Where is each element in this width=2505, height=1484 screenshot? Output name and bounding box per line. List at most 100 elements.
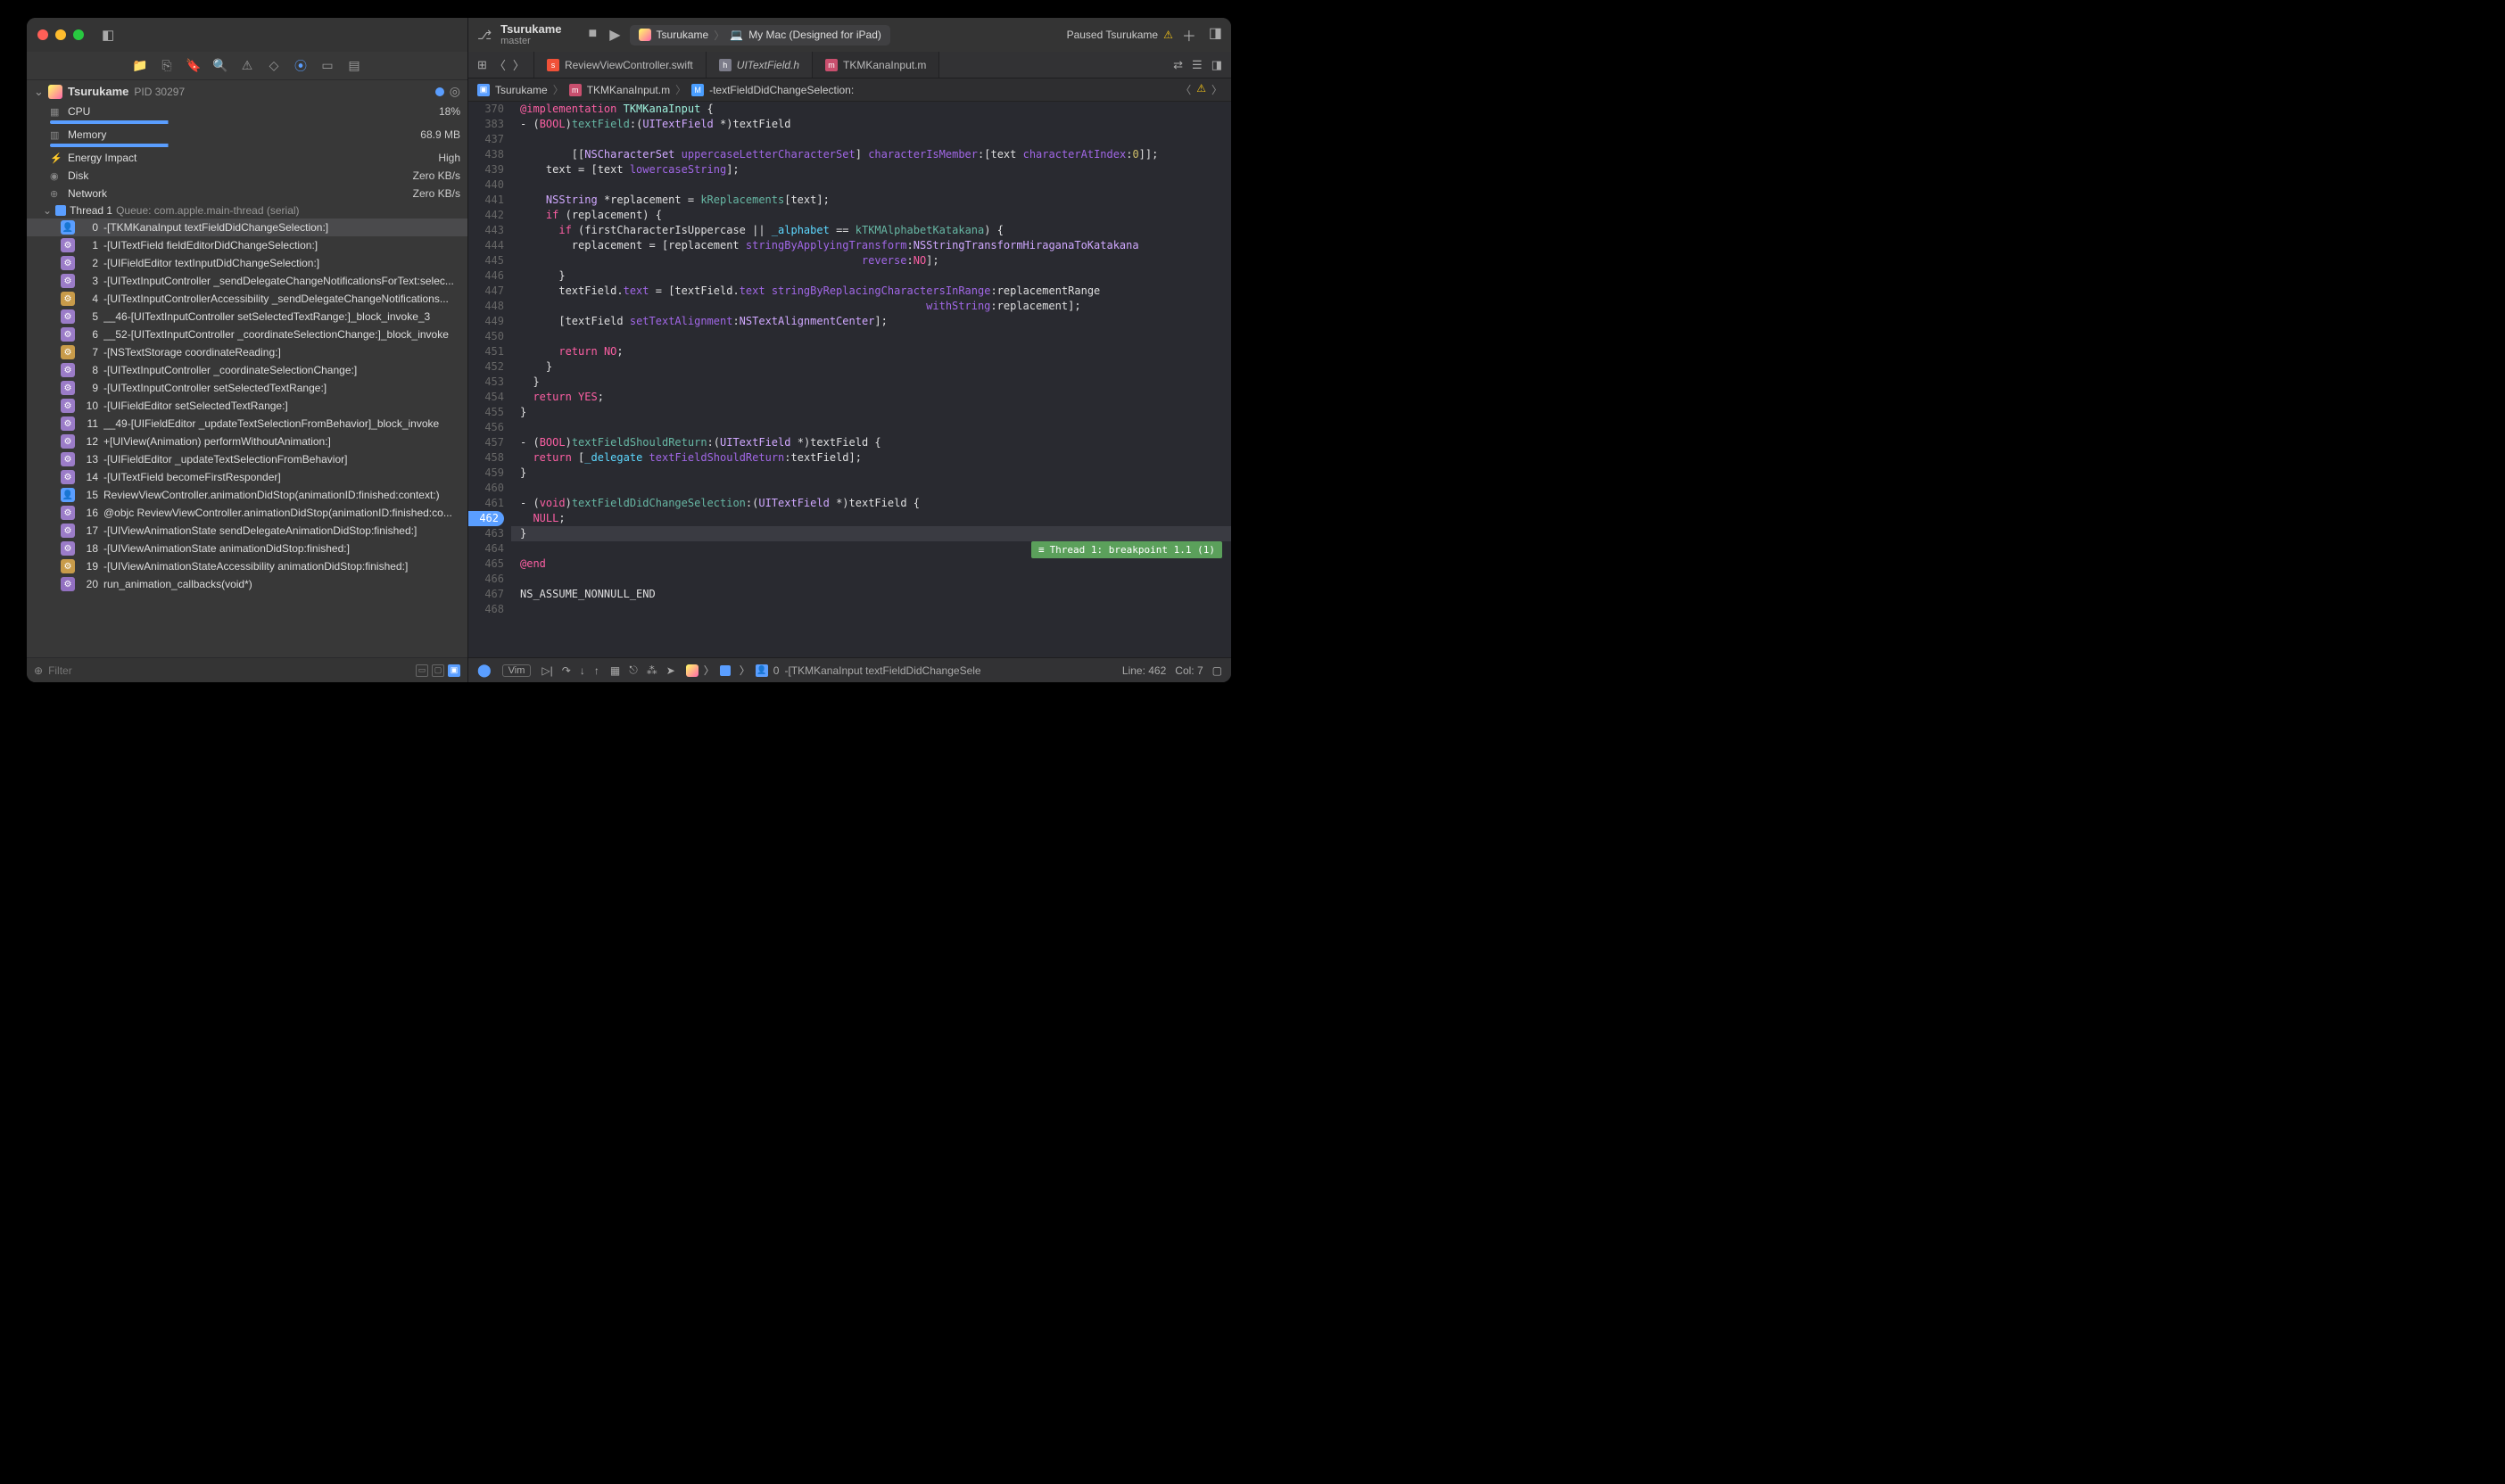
network-row[interactable]: ⊕NetworkZero KB/s [27,185,467,202]
frame-icon: 👤 [61,488,75,502]
stack-frame[interactable]: ⚙20run_animation_callbacks(void*) [27,575,467,593]
stack-frame[interactable]: 👤0-[TKMKanaInput textFieldDidChangeSelec… [27,218,467,236]
thread-row[interactable]: ⌄ Thread 1 Queue: com.apple.main-thread … [27,202,467,218]
location-icon[interactable]: ➤ [666,664,675,677]
jump-bar[interactable]: ▣ Tsurukame 〉 m TKMKanaInput.m 〉 M -text… [468,78,1231,102]
adjust-icon[interactable]: ☰ [1192,58,1203,72]
stack-frame[interactable]: ⚙1-[UITextField fieldEditorDidChangeSele… [27,236,467,254]
close-button[interactable] [37,29,48,40]
warning-icon[interactable]: ⚠ [1196,82,1206,97]
editor-tab[interactable]: hUITextField.h [707,52,813,78]
step-into-button[interactable]: ↓ [580,664,585,677]
reports-icon[interactable]: ▤ [346,58,362,73]
stack-frames: 👤0-[TKMKanaInput textFieldDidChangeSelec… [27,218,467,657]
filter-toggle-1[interactable]: ▭ [416,664,428,677]
split-icon[interactable]: ◨ [1211,58,1222,72]
frame-icon: ⚙ [61,345,75,359]
editor-tab[interactable]: sReviewViewController.swift [534,52,707,78]
stack-frame[interactable]: ⚙5__46-[UITextInputController setSelecte… [27,308,467,326]
filter-toggle-2[interactable]: ▢ [432,664,444,677]
stack-frame[interactable]: ⚙4-[UITextInputControllerAccessibility _… [27,290,467,308]
stack-frame[interactable]: ⚙3-[UITextInputController _sendDelegateC… [27,272,467,290]
stack-frame[interactable]: ⚙7-[NSTextStorage coordinateReading:] [27,343,467,361]
find-icon[interactable]: 🔍 [212,58,228,73]
related-items-icon[interactable]: ⊞ [477,58,487,72]
frame-icon: ⚙ [61,274,75,288]
view-debug-icon[interactable]: ▦ [610,664,620,677]
code-editor[interactable]: 3703834374384394404414424434444454464474… [468,102,1231,657]
process-pid: PID 30297 [134,86,185,98]
stack-frame[interactable]: 👤15ReviewViewController.animationDidStop… [27,486,467,504]
memory-row[interactable]: ▥Memory68.9 MB [27,126,467,144]
status-text: Paused Tsurukame ⚠ [1067,29,1173,41]
memory-graph-icon[interactable]: ⎋ [629,664,638,677]
line-gutter[interactable]: 3703834374384394404414424434444454464474… [468,102,511,657]
energy-row[interactable]: ⚡Energy ImpactHigh [27,149,467,167]
zoom-button[interactable] [73,29,84,40]
library-button[interactable]: ◨ [1209,24,1222,45]
breakpoints-icon[interactable]: ▭ [319,58,335,73]
frame-icon: ⚙ [61,541,75,556]
tests-icon[interactable]: ◇ [266,58,282,73]
stack-frame[interactable]: ⚙10-[UIFieldEditor setSelectedTextRange:… [27,397,467,415]
stack-frame[interactable]: ⚙13-[UIFieldEditor _updateTextSelectionF… [27,450,467,468]
folder-icon[interactable]: 📁 [132,58,148,73]
file-type-icon: s [547,59,559,71]
next-icon[interactable]: 〉 [1211,82,1222,97]
stack-frame[interactable]: ⚙11__49-[UIFieldEditor _updateTextSelect… [27,415,467,433]
stop-button[interactable]: ■ [589,26,598,44]
minimize-button[interactable] [55,29,66,40]
editor-tab[interactable]: mTKMKanaInput.m [813,52,939,78]
stack-frame[interactable]: ⚙16@objc ReviewViewController.animationD… [27,504,467,522]
sidebar-toggle-icon[interactable]: ◧ [102,27,114,43]
source-control-icon[interactable]: ⎘ [159,58,175,73]
xcode-window: ◧ 📁 ⎘ 🔖 🔍 ⚠ ◇ ⦿ ▭ ▤ ⌄ Tsurukame PID 3029… [27,18,1231,682]
code-content[interactable]: @implementation TKMKanaInput {- (BOOL)te… [511,102,1231,657]
environment-icon[interactable]: ⁂ [647,664,657,677]
stack-frame[interactable]: ⚙19-[UIViewAnimationStateAccessibility a… [27,557,467,575]
add-button[interactable]: ＋ [1182,24,1196,45]
disclosure-icon[interactable]: ⌄ [34,85,45,99]
review-icon[interactable]: ⇄ [1173,58,1183,72]
filter-input[interactable] [48,664,416,677]
stack-frame[interactable]: ⚙8-[UITextInputController _coordinateSel… [27,361,467,379]
prev-icon[interactable]: 〈 [1180,82,1191,97]
stack-frame[interactable]: ⚙18-[UIViewAnimationState animationDidSt… [27,540,467,557]
scheme-selector[interactable]: Tsurukame 〉 💻 My Mac (Designed for iPad) [630,25,890,45]
stack-frame[interactable]: ⚙12+[UIView(Animation) performWithoutAni… [27,433,467,450]
stack-frame[interactable]: ⚙2-[UIFieldEditor textInputDidChangeSele… [27,254,467,272]
back-button[interactable]: 〈 [494,56,506,73]
stack-frame[interactable]: ⚙9-[UITextInputController setSelectedTex… [27,379,467,397]
disk-row[interactable]: ◉DiskZero KB/s [27,167,467,185]
stack-frame[interactable]: ⚙6__52-[UITextInputController _coordinat… [27,326,467,343]
cpu-row[interactable]: ▦CPU18% [27,103,467,120]
mac-icon: 💻 [730,29,743,41]
step-out-button[interactable]: ↑ [594,664,599,677]
step-over-button[interactable]: ↷ [562,664,571,677]
forward-button[interactable]: 〉 [513,56,525,73]
frame-icon: ⚙ [61,381,75,395]
disclosure-icon[interactable]: ⌄ [43,204,52,217]
warning-icon[interactable]: ⚠ [1163,29,1173,41]
file-type-icon: m [825,59,838,71]
breakpoint-toggle-icon[interactable]: ⬤ [477,663,492,678]
debug-navigator-icon[interactable]: ⦿ [293,57,309,75]
frame-icon: ⚙ [61,292,75,306]
filter-toggle-3[interactable]: ▣ [448,664,460,677]
issues-icon[interactable]: ⚠ [239,58,255,73]
navigator-selector: 📁 ⎘ 🔖 🔍 ⚠ ◇ ⦿ ▭ ▤ [27,52,467,80]
process-row[interactable]: ⌄ Tsurukame PID 30297 ◎ [27,80,467,103]
panel-toggle-icon[interactable]: ▢ [1212,664,1222,677]
play-button[interactable]: ▶ [609,26,620,44]
branch-icon[interactable]: ⎇ [477,28,492,43]
thread-icon [720,665,731,676]
stack-frame[interactable]: ⚙14-[UITextField becomeFirstResponder] [27,468,467,486]
current-frame[interactable]: 〉 〉 👤 0 -[TKMKanaInput textFieldDidChang… [686,663,981,678]
editor-tabs: ⊞ 〈 〉 sReviewViewController.swifthUIText… [468,52,1231,78]
options-icon[interactable]: ◎ [450,84,460,99]
bookmark-icon[interactable]: 🔖 [186,58,202,73]
stack-frame[interactable]: ⚙17-[UIViewAnimationState sendDelegateAn… [27,522,467,540]
titlebar: ◧ [27,18,467,52]
frame-icon: ⚙ [61,577,75,591]
continue-button[interactable]: ▷| [542,664,552,677]
